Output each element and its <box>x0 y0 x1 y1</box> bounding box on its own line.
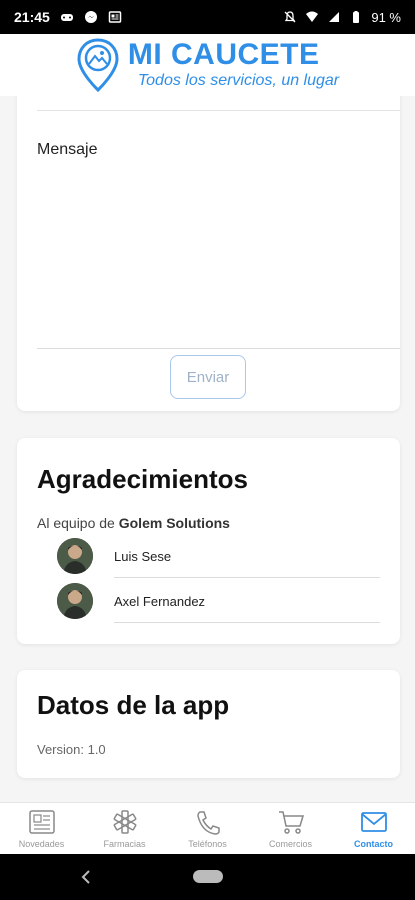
brand: MI CAUCETE Todos los servicios, un lugar <box>128 40 339 90</box>
thanks-card: Agradecimientos Al equipo de Golem Solut… <box>17 438 400 644</box>
nav-label: Novedades <box>18 839 65 849</box>
thanks-intro: Al equipo de Golem Solutions <box>37 515 230 531</box>
back-chevron-icon[interactable] <box>78 868 94 886</box>
nav-label: Farmacias <box>103 839 146 849</box>
game-controller-icon <box>60 14 73 21</box>
phone-icon <box>196 811 220 835</box>
battery-icon <box>353 11 360 23</box>
map-pin-logo-icon <box>77 38 119 92</box>
person-name: Luis Sese <box>114 548 172 564</box>
app-info-title: Datos de la app <box>37 690 230 720</box>
avatar <box>57 583 93 619</box>
thanks-intro-text: Al equipo de <box>37 515 119 531</box>
thanks-title: Agradecimientos <box>37 464 248 494</box>
news-app-icon <box>108 11 122 23</box>
nav-label: Contacto <box>354 839 393 849</box>
person-divider <box>114 577 380 578</box>
app-header: MI CAUCETE Todos los servicios, un lugar <box>0 34 415 96</box>
brand-title: MI CAUCETE <box>127 38 320 71</box>
send-button[interactable]: Enviar <box>170 355 246 399</box>
bottom-nav: Novedades Farmacias Teléfonos Comercios <box>0 802 415 854</box>
nav-label: Comercios <box>268 839 312 849</box>
app-info-card: Datos de la app Version: 1.0 <box>17 670 400 778</box>
content-scroll[interactable]: Mensaje Enviar Agradecimientos Al equipo… <box>0 96 415 802</box>
field-divider <box>37 110 400 111</box>
status-bar: 21:45 91 % <box>0 0 415 34</box>
battery-percent: 91 % <box>371 9 401 25</box>
message-underline <box>37 348 400 349</box>
nav-item-novedades[interactable]: Novedades <box>0 803 83 854</box>
brand-subtitle: Todos los servicios, un lugar <box>137 72 340 89</box>
avatar <box>57 538 93 574</box>
nav-label: Teléfonos <box>188 839 227 849</box>
messenger-icon <box>84 11 97 23</box>
app-version: Version: 1.0 <box>37 742 106 757</box>
nav-item-comercios[interactable]: Comercios <box>249 803 332 854</box>
message-textarea[interactable] <box>37 136 400 346</box>
nav-item-telefonos[interactable]: Teléfonos <box>166 803 249 854</box>
system-nav-bar <box>0 854 415 900</box>
person-divider <box>114 622 380 623</box>
person-item: Axel Fernandez <box>57 581 380 621</box>
medical-star-icon <box>113 810 136 834</box>
team-name: Golem Solutions <box>118 515 230 531</box>
newspaper-icon <box>28 810 55 834</box>
home-pill[interactable] <box>193 870 223 883</box>
wifi-icon <box>306 11 319 22</box>
person-item: Luis Sese <box>57 536 380 576</box>
message-card: Mensaje Enviar <box>17 96 400 411</box>
nav-item-farmacias[interactable]: Farmacias <box>83 803 166 854</box>
status-time: 21:45 <box>14 9 50 25</box>
nav-item-contacto[interactable]: Contacto <box>332 803 415 854</box>
silent-bell-icon <box>284 11 296 23</box>
cart-icon <box>278 811 304 834</box>
mail-icon <box>360 812 387 832</box>
person-name: Axel Fernandez <box>114 593 206 609</box>
signal-icon <box>329 12 340 22</box>
